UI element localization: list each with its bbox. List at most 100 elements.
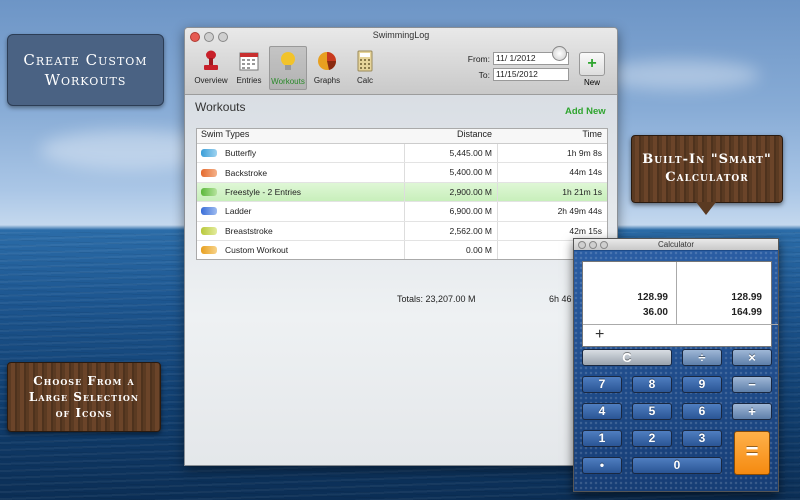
table-row[interactable]: Butterfly 5,445.00 M 1h 9m 8s <box>197 144 607 164</box>
distance-cell: 5,445.00 M <box>404 144 497 163</box>
table-header: Swim Types Distance Time <box>197 129 607 144</box>
key-4[interactable]: 4 <box>582 403 622 420</box>
key-0[interactable]: 0 <box>632 457 722 474</box>
divide-key[interactable]: ÷ <box>682 349 722 366</box>
decimal-key[interactable]: • <box>582 457 622 474</box>
callout-icon-selection: Choose From a Large Selection of Icons <box>7 362 161 432</box>
distance-cell: 5,400.00 M <box>404 163 497 182</box>
swimmer-icon <box>201 246 217 255</box>
swimmer-icon <box>201 168 217 177</box>
callout-smart-calculator: Built-In "Smart" Calculator <box>631 135 783 215</box>
distance-cell: 2,900.00 M <box>404 182 497 202</box>
zoom-button[interactable] <box>600 241 608 249</box>
date-range-toggle[interactable] <box>552 46 567 61</box>
toolbar-label: Workouts <box>271 77 305 86</box>
from-label: From: <box>467 53 490 64</box>
table-row[interactable]: Ladder 6,900.00 M 2h 49m 44s <box>197 202 607 222</box>
key-5[interactable]: 5 <box>632 403 672 420</box>
window-controls <box>578 241 608 249</box>
calculator-tape: 128.99 36.00 128.99 164.99 + <box>582 261 778 347</box>
swimmer-icon <box>201 207 217 216</box>
swimmer-icon <box>201 187 217 196</box>
swim-type: Backstroke <box>225 167 268 178</box>
swim-type: Freestyle - 2 Entries <box>225 186 302 197</box>
toolbar: Overview Entries Workouts Graphs Calc <box>193 46 383 90</box>
to-date-row: To: 11/15/2012 <box>462 68 569 81</box>
callout-text: Built-In "Smart" <box>642 152 772 167</box>
table-row-selected[interactable]: Freestyle - 2 Entries 2,900.00 M 1h 21m … <box>197 182 607 203</box>
add-new-link[interactable]: Add New <box>565 106 606 117</box>
calculator-body: 128.99 36.00 128.99 164.99 + C ÷ × 7 8 9… <box>574 251 778 491</box>
swim-type: Custom Workout <box>225 245 289 256</box>
key-1[interactable]: 1 <box>582 430 622 447</box>
lightbulb-icon <box>277 50 299 74</box>
new-button[interactable]: + <box>579 52 605 76</box>
cloud <box>600 60 760 90</box>
section-title: Workouts <box>195 100 246 114</box>
toolbar-label: Graphs <box>313 76 341 85</box>
key-3[interactable]: 3 <box>682 430 722 447</box>
toolbar-overview[interactable]: Overview <box>193 46 229 90</box>
toolbar-graphs[interactable]: Graphs <box>309 46 345 90</box>
workouts-pane: Workouts Add New Swim Types Distance Tim… <box>185 95 617 465</box>
calculator-title: Calculator <box>657 240 694 249</box>
toolbar-label: Overview <box>194 76 228 85</box>
toolbar-calc[interactable]: Calc <box>347 46 383 90</box>
stamp-icon <box>200 49 222 73</box>
distance-cell: 2,562.00 M <box>404 221 497 240</box>
tape-operator: + <box>583 324 778 347</box>
title-bar: SwimmingLog Overview Entries Workouts Gr… <box>185 28 617 95</box>
key-2[interactable]: 2 <box>632 430 672 447</box>
minimize-button[interactable] <box>589 241 597 249</box>
swim-type: Breaststroke <box>225 225 273 236</box>
header-swim-types[interactable]: Swim Types <box>197 129 404 143</box>
clear-key[interactable]: C <box>582 349 672 366</box>
key-8[interactable]: 8 <box>632 376 672 393</box>
totals-time: 6h 46 <box>549 294 572 304</box>
table-row[interactable]: Breaststroke 2,562.00 M 42m 15s <box>197 221 607 241</box>
equals-key[interactable]: = <box>734 431 770 475</box>
callout-text: of Icons <box>55 406 113 420</box>
totals-distance: Totals: 23,207.00 M <box>397 294 476 304</box>
tape-right-column: 128.99 164.99 <box>677 262 770 324</box>
tape-value: 128.99 <box>731 292 762 303</box>
header-distance[interactable]: Distance <box>404 129 497 143</box>
swim-type: Ladder <box>225 206 252 217</box>
tape-value: 128.99 <box>637 292 668 303</box>
calculator-icon <box>354 49 376 73</box>
calendar-icon <box>238 49 260 73</box>
calculator-title-bar: Calculator <box>574 239 778 250</box>
toolbar-label: Calc <box>356 76 373 85</box>
time-cell: 2h 49m 44s <box>497 202 607 221</box>
to-date-field[interactable]: 11/15/2012 <box>493 68 569 81</box>
swimmer-icon <box>201 226 217 235</box>
new-label: New <box>583 78 600 87</box>
key-7[interactable]: 7 <box>582 376 622 393</box>
table-row[interactable]: Custom Workout 0.00 M <box>197 240 607 260</box>
callout-text: Large Selection <box>28 390 140 404</box>
calculator-window: Calculator 128.99 36.00 128.99 164.99 + … <box>573 238 779 492</box>
plus-key[interactable]: + <box>732 403 772 420</box>
window-title: SwimmingLog <box>372 30 430 40</box>
time-cell: 1h 9m 8s <box>497 144 607 163</box>
tape-value: 164.99 <box>731 307 762 318</box>
distance-cell: 6,900.00 M <box>404 202 497 221</box>
swimmer-icon <box>201 149 217 158</box>
multiply-key[interactable]: × <box>732 349 772 366</box>
close-button[interactable] <box>578 241 586 249</box>
plus-icon: + <box>587 55 597 72</box>
minus-key[interactable]: − <box>732 376 772 393</box>
key-9[interactable]: 9 <box>682 376 722 393</box>
workouts-table: Swim Types Distance Time Butterfly 5,445… <box>196 128 608 261</box>
tape-value: 36.00 <box>642 307 668 318</box>
toolbar-workouts[interactable]: Workouts <box>269 46 307 90</box>
toolbar-label: Entries <box>236 76 262 85</box>
callout-text: Create Custom <box>23 51 148 69</box>
toolbar-entries[interactable]: Entries <box>231 46 267 90</box>
table-row[interactable]: Backstroke 5,400.00 M 44m 14s <box>197 163 607 183</box>
distance-cell: 0.00 M <box>404 240 497 260</box>
key-6[interactable]: 6 <box>682 403 722 420</box>
callout-text: Choose From a <box>33 374 135 388</box>
to-label: To: <box>478 69 490 80</box>
header-time[interactable]: Time <box>497 129 607 143</box>
